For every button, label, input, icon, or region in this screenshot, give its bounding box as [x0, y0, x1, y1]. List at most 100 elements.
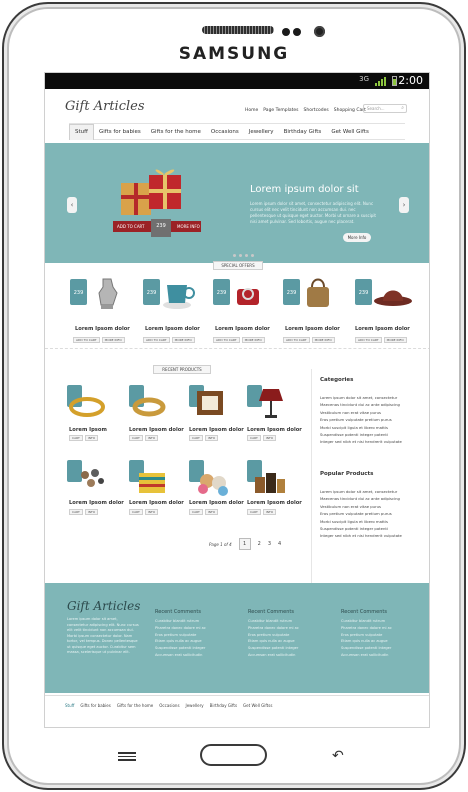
category-link[interactable]: Vestibulum non erat vitae purus — [320, 410, 402, 417]
footer-link[interactable]: Curabitur blandit rutrum — [248, 619, 328, 626]
top-nav-page-templates[interactable]: Page Templates — [263, 108, 298, 113]
home-button[interactable] — [200, 744, 267, 766]
footer-link[interactable]: Accumsan erat sollicitudin — [248, 653, 328, 660]
footer-nav-gifts-for-babies[interactable]: Gifts for babies — [80, 703, 110, 708]
hero-more-info[interactable]: MORE INFO — [177, 221, 200, 232]
slider-dot[interactable] — [239, 254, 242, 257]
product-name[interactable]: Lorem Ipsom dolor — [189, 427, 244, 433]
popular-product-link[interactable]: Vestibulum non erat vitae purus — [320, 504, 402, 511]
category-link[interactable]: Lorem ipsum dolor sit amet, consectetur — [320, 395, 402, 402]
footer-link[interactable]: Etiam quis nulla ac augue — [248, 639, 328, 646]
category-link[interactable]: Suspendisse potenti integer potenti — [320, 432, 402, 439]
nav-occasions[interactable]: Occasions — [206, 129, 244, 135]
footer-link[interactable]: Etiam quis nulla ac augue — [155, 639, 235, 646]
product-name[interactable]: Lorem Ipsom dolor — [129, 427, 184, 433]
nav-jewellery[interactable]: Jewellery — [244, 129, 279, 135]
slider-next-arrow[interactable]: › — [399, 197, 409, 213]
footer-link[interactable]: Eros pretium vulputate — [341, 633, 421, 640]
page-2[interactable]: 2 — [258, 541, 261, 547]
offer-name[interactable]: Lorem Ipsom dolor — [145, 326, 200, 332]
hero-more-info-button[interactable]: More Info — [343, 233, 371, 242]
nav-gifts-for-home[interactable]: Gifts for the home — [146, 129, 206, 135]
info-button[interactable]: INFO — [204, 435, 219, 441]
popular-product-link[interactable]: Maecenas tincidunt dui ac ante adipiscin… — [320, 496, 402, 503]
product-name[interactable]: Lorem Ipsom dolor — [247, 427, 302, 433]
info-button[interactable]: INFO — [84, 509, 99, 515]
footer-link[interactable]: Eros pretium vulputate — [248, 633, 328, 640]
footer-nav-birthday-gifts[interactable]: Birthday Gifts — [210, 703, 237, 708]
top-nav-home[interactable]: Home — [245, 108, 258, 113]
popular-product-link[interactable]: Suspendisse potenti integer potenti — [320, 526, 402, 533]
more-info-button[interactable]: MORE INFO — [311, 337, 335, 343]
search-input[interactable]: Search... ⌕ — [363, 104, 407, 113]
footer-link[interactable]: Suspendisse potenti integer — [341, 646, 421, 653]
product-name[interactable]: Lorem Ipsom — [69, 427, 107, 433]
slider-dot[interactable] — [245, 254, 248, 257]
more-info-button[interactable]: MORE INFO — [101, 337, 125, 343]
cart-button[interactable]: CART — [129, 509, 143, 515]
cart-button[interactable]: CART — [247, 509, 261, 515]
info-button[interactable]: INFO — [262, 509, 277, 515]
footer-link[interactable]: Pharetra donec dolore mi ac — [155, 626, 235, 633]
hero-add-to-cart[interactable]: ADD TO CART — [117, 221, 145, 232]
footer-nav-stuff[interactable]: Stuff — [65, 703, 74, 708]
popular-product-link[interactable]: Lorem ipsum dolor sit amet, consectetur — [320, 489, 402, 496]
cart-button[interactable]: CART — [247, 435, 261, 441]
top-nav-shortcodes[interactable]: Shortcodes — [304, 108, 329, 113]
add-to-cart-button[interactable]: ADD TO CART — [143, 337, 170, 343]
page-1[interactable]: 1 — [238, 538, 251, 550]
info-button[interactable]: INFO — [144, 509, 159, 515]
product-name[interactable]: Lorem Ipsom dolor — [247, 500, 302, 506]
nav-get-well-gifts[interactable]: Get Well Gifts — [326, 129, 374, 135]
offer-name[interactable]: Lorem Ipsom dolor — [355, 326, 410, 332]
nav-stuff[interactable]: Stuff — [69, 123, 94, 140]
footer-link[interactable]: Eros pretium vulputate — [155, 633, 235, 640]
popular-product-link[interactable]: Morbi suscipit ligula et libero mattis — [320, 519, 402, 526]
info-button[interactable]: INFO — [144, 435, 159, 441]
footer-link[interactable]: Suspendisse potenti integer — [155, 646, 235, 653]
add-to-cart-button[interactable]: ADD TO CART — [283, 337, 310, 343]
add-to-cart-button[interactable]: ADD TO CART — [213, 337, 240, 343]
info-button[interactable]: INFO — [262, 435, 277, 441]
slider-prev-arrow[interactable]: ‹ — [67, 197, 77, 213]
nav-birthday-gifts[interactable]: Birthday Gifts — [279, 129, 327, 135]
category-link[interactable]: Eros pretium vulputate pretium purus — [320, 417, 402, 424]
search-icon[interactable]: ⌕ — [401, 105, 404, 111]
page-4[interactable]: 4 — [278, 541, 281, 547]
footer-link[interactable]: Etiam quis nulla ac augue — [341, 639, 421, 646]
product-name[interactable]: Lorem Ipsom dolor — [129, 500, 184, 506]
offer-name[interactable]: Lorem Ipsom dolor — [215, 326, 270, 332]
footer-nav-gifts-for-home[interactable]: Gifts for the home — [117, 703, 153, 708]
menu-key-icon[interactable] — [118, 752, 136, 762]
cart-button[interactable]: CART — [129, 435, 143, 441]
add-to-cart-button[interactable]: ADD TO CART — [73, 337, 100, 343]
offer-name[interactable]: Lorem Ipsom dolor — [75, 326, 130, 332]
popular-product-link[interactable]: Integer sed nibh et nisi hendrerit vulpu… — [320, 533, 402, 540]
offer-name[interactable]: Lorem Ipsom dolor — [285, 326, 340, 332]
footer-link[interactable]: Curabitur blandit rutrum — [155, 619, 235, 626]
footer-link[interactable]: Pharetra donec dolore mi ac — [341, 626, 421, 633]
more-info-button[interactable]: MORE INFO — [383, 337, 407, 343]
add-to-cart-button[interactable]: ADD TO CART — [355, 337, 382, 343]
page-3[interactable]: 3 — [268, 541, 271, 547]
product-name[interactable]: Lorem Ipsom dolor — [69, 500, 124, 506]
more-info-button[interactable]: MORE INFO — [171, 337, 195, 343]
footer-nav-jewellery[interactable]: Jewellery — [186, 703, 204, 708]
footer-link[interactable]: Accumsan erat sollicitudin — [155, 653, 235, 660]
more-info-button[interactable]: MORE INFO — [241, 337, 265, 343]
popular-product-link[interactable]: Eros pretium vulputate pretium purus — [320, 511, 402, 518]
cart-button[interactable]: CART — [189, 509, 203, 515]
info-button[interactable]: INFO — [84, 435, 99, 441]
product-name[interactable]: Lorem Ipsom dolor — [189, 500, 244, 506]
category-link[interactable]: Morbi suscipit ligula et libero mattis — [320, 425, 402, 432]
footer-link[interactable]: Suspendisse potenti integer — [248, 646, 328, 653]
category-link[interactable]: Maecenas tincidunt dui ac ante adipiscin… — [320, 402, 402, 409]
footer-link[interactable]: Curabitur blandit rutrum — [341, 619, 421, 626]
footer-link[interactable]: Pharetra donec dolore mi ac — [248, 626, 328, 633]
footer-logo[interactable]: Gift Articles — [67, 599, 140, 613]
site-logo[interactable]: Gift Articles — [65, 99, 145, 114]
cart-button[interactable]: CART — [69, 435, 83, 441]
info-button[interactable]: INFO — [204, 509, 219, 515]
slider-dot[interactable] — [233, 254, 236, 257]
footer-nav-occasions[interactable]: Occasions — [159, 703, 179, 708]
